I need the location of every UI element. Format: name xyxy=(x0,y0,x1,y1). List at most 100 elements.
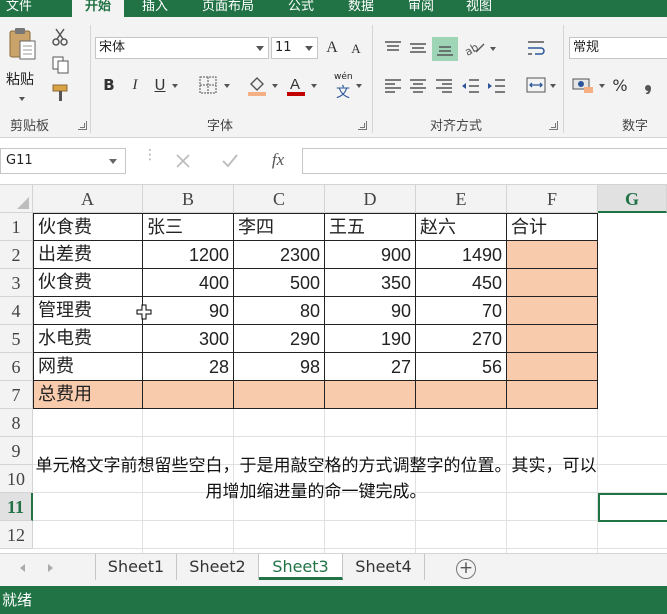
tab-view[interactable]: 视图 xyxy=(466,0,506,17)
table-cell[interactable]: 27 xyxy=(325,353,416,381)
font-color-icon[interactable]: A xyxy=(285,73,307,97)
table-cell[interactable]: 水电费 xyxy=(33,325,143,353)
table-cell[interactable] xyxy=(507,381,598,409)
shrink-font-button[interactable]: A xyxy=(347,41,365,57)
orientation-icon[interactable]: ab xyxy=(463,39,487,57)
wrap-text-icon[interactable] xyxy=(525,37,547,59)
tab-page-layout[interactable]: 页面布局 xyxy=(202,0,272,17)
enter-icon[interactable] xyxy=(219,151,241,171)
font-size-select[interactable]: 11 xyxy=(271,37,318,59)
alignment-launcher-icon[interactable] xyxy=(549,121,558,130)
clipboard-launcher-icon[interactable] xyxy=(78,121,87,130)
underline-button[interactable]: U xyxy=(151,75,169,95)
table-cell[interactable]: 90 xyxy=(143,297,234,325)
row-header-4[interactable]: 4 xyxy=(0,297,33,325)
fill-color-dropdown-icon[interactable] xyxy=(272,84,278,88)
table-cell[interactable] xyxy=(416,381,507,409)
font-color-dropdown-icon[interactable] xyxy=(311,84,317,88)
merge-center-icon[interactable] xyxy=(525,75,547,95)
column-header-f[interactable]: F xyxy=(507,185,598,213)
align-right-icon[interactable] xyxy=(433,77,455,95)
add-sheet-button[interactable]: + xyxy=(456,559,476,579)
font-name-select[interactable]: 宋体 xyxy=(95,37,269,59)
table-cell[interactable]: 90 xyxy=(325,297,416,325)
column-header-g[interactable]: G xyxy=(598,185,667,213)
table-cell[interactable]: 350 xyxy=(325,269,416,297)
accounting-dropdown-icon[interactable] xyxy=(599,84,605,88)
table-header-cell[interactable]: 李四 xyxy=(234,213,325,241)
tab-insert[interactable]: 插入 xyxy=(142,0,182,17)
sheet-prev-icon[interactable] xyxy=(20,564,25,572)
tab-data[interactable]: 数据 xyxy=(348,0,388,17)
align-left-icon[interactable] xyxy=(382,77,404,95)
align-center-icon[interactable] xyxy=(407,77,429,95)
cut-icon[interactable] xyxy=(50,27,70,47)
table-cell[interactable]: 400 xyxy=(143,269,234,297)
row-header-8[interactable]: 8 xyxy=(0,409,33,437)
italic-button[interactable]: I xyxy=(126,75,144,95)
table-cell[interactable]: 190 xyxy=(325,325,416,353)
paste-icon[interactable] xyxy=(4,27,40,61)
table-header-cell[interactable]: 张三 xyxy=(143,213,234,241)
tab-file[interactable]: 文件 xyxy=(6,0,50,17)
tab-formulas[interactable]: 公式 xyxy=(288,0,328,17)
table-cell[interactable]: 98 xyxy=(234,353,325,381)
copy-icon[interactable] xyxy=(50,55,74,75)
font-launcher-icon[interactable] xyxy=(358,121,367,130)
table-cell[interactable] xyxy=(507,297,598,325)
table-cell[interactable] xyxy=(507,353,598,381)
sheet-tab-sheet3[interactable]: Sheet3 xyxy=(259,554,343,580)
table-cell[interactable]: 2300 xyxy=(234,241,325,269)
row-header-9[interactable]: 9 xyxy=(0,437,33,465)
table-cell[interactable]: 900 xyxy=(325,241,416,269)
sheet-next-icon[interactable] xyxy=(48,564,53,572)
phonetic-guide-label[interactable]: wén xyxy=(334,72,353,82)
table-cell[interactable]: 1200 xyxy=(143,241,234,269)
table-cell[interactable] xyxy=(325,381,416,409)
table-cell[interactable]: 28 xyxy=(143,353,234,381)
active-cell-g11[interactable] xyxy=(598,493,667,522)
table-cell[interactable] xyxy=(234,381,325,409)
table-cell[interactable]: 300 xyxy=(143,325,234,353)
sheet-tab-sheet4[interactable]: Sheet4 xyxy=(343,554,425,580)
table-cell[interactable]: 56 xyxy=(416,353,507,381)
table-cell[interactable]: 270 xyxy=(416,325,507,353)
decrease-indent-icon[interactable] xyxy=(460,77,482,95)
table-cell[interactable]: 出差费 xyxy=(33,241,143,269)
table-cell[interactable]: 1490 xyxy=(416,241,507,269)
phonetic-guide-char[interactable]: 文 xyxy=(336,82,350,102)
column-header-e[interactable]: E xyxy=(416,185,507,213)
percent-button[interactable]: % xyxy=(611,75,629,95)
table-cell[interactable] xyxy=(507,325,598,353)
table-cell[interactable] xyxy=(143,381,234,409)
align-bottom-icon[interactable] xyxy=(432,37,458,61)
table-header-cell[interactable]: 伙食费 xyxy=(33,213,143,241)
row-header-3[interactable]: 3 xyxy=(0,269,33,297)
row-header-6[interactable]: 6 xyxy=(0,353,33,381)
underline-dropdown-icon[interactable] xyxy=(172,84,178,88)
table-cell[interactable]: 80 xyxy=(234,297,325,325)
column-header-d[interactable]: D xyxy=(325,185,416,213)
name-box[interactable]: G11 xyxy=(0,148,126,174)
phonetic-dropdown-icon[interactable] xyxy=(356,84,362,88)
table-cell[interactable]: 网费 xyxy=(33,353,143,381)
tab-review[interactable]: 审阅 xyxy=(408,0,448,17)
row-header-1[interactable]: 1 xyxy=(0,213,33,241)
table-cell[interactable]: 管理费 xyxy=(33,297,143,325)
align-top-icon[interactable] xyxy=(382,39,404,57)
column-header-c[interactable]: C xyxy=(234,185,325,213)
table-cell[interactable] xyxy=(507,241,598,269)
row-header-11[interactable]: 11 xyxy=(0,493,33,521)
align-middle-icon[interactable] xyxy=(407,39,429,57)
column-header-a[interactable]: A xyxy=(33,185,143,213)
cancel-icon[interactable] xyxy=(173,151,193,171)
table-cell[interactable]: 伙食费 xyxy=(33,269,143,297)
row-header-5[interactable]: 5 xyxy=(0,325,33,353)
table-header-cell[interactable]: 合计 xyxy=(507,213,598,241)
paste-dropdown-icon[interactable] xyxy=(19,97,25,101)
increase-indent-icon[interactable] xyxy=(486,77,508,95)
format-painter-icon[interactable] xyxy=(50,83,72,103)
fill-color-icon[interactable] xyxy=(246,73,268,97)
table-header-cell[interactable]: 王五 xyxy=(325,213,416,241)
table-cell[interactable]: 总费用 xyxy=(33,381,143,409)
